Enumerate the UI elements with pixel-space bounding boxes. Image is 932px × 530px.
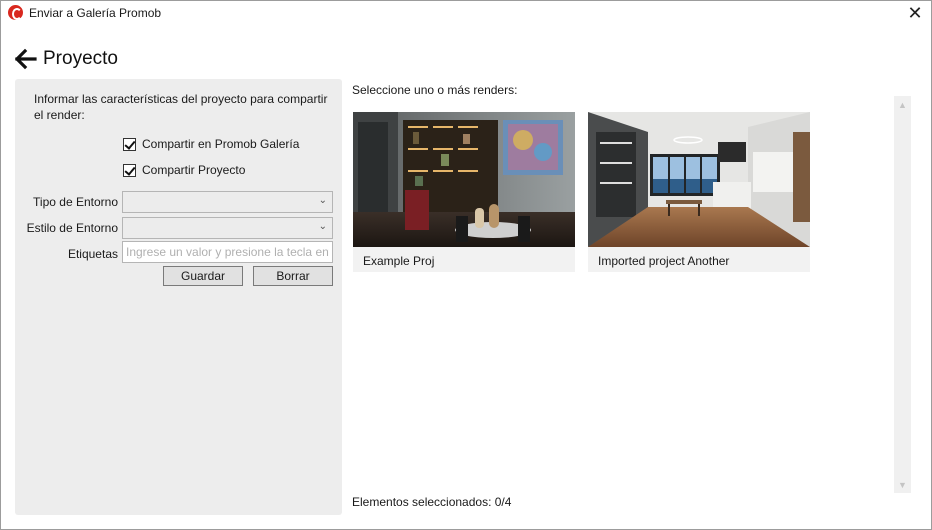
title-bar: Enviar a Galería Promob ✕ bbox=[1, 1, 931, 25]
scroll-down-arrow-icon[interactable]: ▼ bbox=[894, 476, 911, 493]
renders-prompt: Seleccione uno o más renders: bbox=[352, 83, 518, 97]
share-project-label: Compartir Proyecto bbox=[142, 163, 246, 177]
project-form-panel: Informar las características del proyect… bbox=[15, 79, 342, 515]
window-title: Enviar a Galería Promob bbox=[29, 6, 162, 20]
share-project-checkbox-row[interactable]: Compartir Proyecto bbox=[123, 163, 245, 177]
chevron-down-icon: ⌄ bbox=[318, 221, 327, 232]
form-intro-text: Informar las características del proyect… bbox=[34, 92, 328, 122]
scroll-up-arrow-icon[interactable]: ▲ bbox=[894, 96, 911, 113]
save-button[interactable]: Guardar bbox=[163, 266, 243, 286]
share-project-checkbox[interactable] bbox=[123, 163, 136, 177]
tags-label: Etiquetas bbox=[67, 247, 118, 261]
arrow-left-icon[interactable] bbox=[15, 48, 37, 70]
renders-scrollbar[interactable]: ▲ ▼ bbox=[894, 96, 911, 493]
clear-button[interactable]: Borrar bbox=[253, 266, 333, 286]
tags-input[interactable] bbox=[122, 241, 333, 263]
page-title: Proyecto bbox=[43, 48, 118, 69]
render-thumbnail-1 bbox=[353, 112, 575, 247]
environment-type-label: Tipo de Entorno bbox=[33, 195, 118, 209]
chevron-down-icon: ⌄ bbox=[318, 195, 327, 206]
environment-type-select[interactable]: ⌄ bbox=[122, 191, 333, 213]
share-gallery-label: Compartir en Promob Galería bbox=[142, 137, 300, 151]
share-gallery-checkbox-row[interactable]: Compartir en Promob Galería bbox=[123, 137, 299, 151]
environment-style-select[interactable]: ⌄ bbox=[122, 217, 333, 239]
render-thumbnail-2 bbox=[588, 112, 810, 247]
header: Proyecto bbox=[15, 45, 118, 73]
render-card-2[interactable]: Imported project Another bbox=[588, 112, 810, 272]
render-card-1[interactable]: Example Proj bbox=[353, 112, 575, 272]
share-gallery-checkbox[interactable] bbox=[123, 137, 136, 151]
render-caption-2: Imported project Another bbox=[598, 254, 730, 268]
dialog-window: Enviar a Galería Promob ✕ Proyecto Infor… bbox=[0, 0, 932, 530]
close-button[interactable]: ✕ bbox=[903, 2, 927, 24]
promob-logo-icon bbox=[8, 5, 23, 20]
render-caption-1: Example Proj bbox=[363, 254, 435, 268]
selected-count: Elementos seleccionados: 0/4 bbox=[352, 495, 512, 509]
environment-style-label: Estilo de Entorno bbox=[26, 221, 118, 235]
